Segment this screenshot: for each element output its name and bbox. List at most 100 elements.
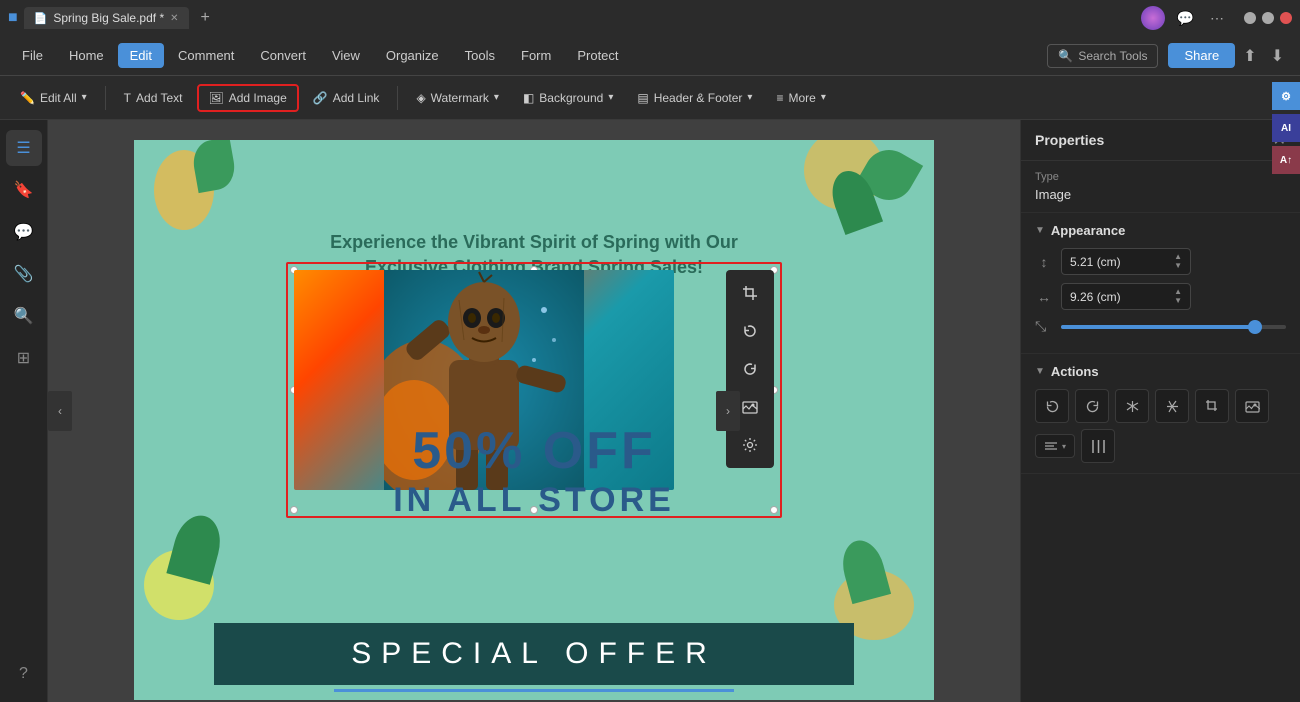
actions-section: ▼ Actions (1021, 354, 1300, 474)
sidebar-item-comments[interactable]: 💬 (6, 214, 42, 250)
height-up-button[interactable]: ▲ (1174, 253, 1182, 261)
edit-all-button[interactable]: ✏️ Edit All ▾ (10, 86, 97, 110)
active-tab[interactable]: 📄 Spring Big Sale.pdf * ✕ (24, 7, 189, 29)
sale-text-area: 50% OFF IN ALL STORE (284, 421, 784, 520)
panel-icon-at[interactable]: A↑ (1272, 146, 1300, 174)
scale-slider-track[interactable] (1061, 325, 1286, 329)
menu-comment[interactable]: Comment (166, 43, 246, 68)
menu-form[interactable]: Form (509, 43, 563, 68)
edit-all-icon: ✏️ (20, 91, 35, 105)
sidebar-item-search[interactable]: 🔍 (6, 298, 42, 334)
search-tools-icon: 🔍 (1058, 49, 1073, 63)
height-spinner[interactable]: ▲ ▼ (1174, 253, 1182, 270)
width-input[interactable]: 9.26 (cm) ▲ ▼ (1061, 283, 1191, 310)
menu-view[interactable]: View (320, 43, 372, 68)
header-footer-button[interactable]: ▤ Header & Footer ▾ (627, 86, 762, 110)
menu-convert[interactable]: Convert (248, 43, 318, 68)
leaf-top-left (190, 140, 238, 193)
width-spinner[interactable]: ▲ ▼ (1174, 288, 1182, 305)
sidebar-item-attachments[interactable]: 📎 (6, 256, 42, 292)
edit-all-label: Edit All (40, 91, 77, 105)
upload-button[interactable]: ⬆ (1237, 44, 1262, 68)
sidebar-item-bookmarks[interactable]: 🔖 (6, 172, 42, 208)
height-down-button[interactable]: ▼ (1174, 262, 1182, 270)
left-sidebar: ☰ 🔖 💬 📎 🔍 ⊞ ? (0, 120, 48, 702)
close-window-button[interactable] (1280, 12, 1292, 24)
action-rotate-right-button[interactable] (1075, 389, 1109, 423)
actions-header[interactable]: ▼ Actions (1035, 364, 1286, 379)
height-value: 5.21 (cm) (1070, 255, 1121, 269)
add-tab-button[interactable]: + (195, 9, 216, 27)
page-nav-right[interactable]: › (716, 391, 740, 431)
actions-label: Actions (1051, 364, 1099, 379)
height-input[interactable]: 5.21 (cm) ▲ ▼ (1061, 248, 1191, 275)
add-link-icon: 🔗 (313, 91, 328, 105)
add-image-button[interactable]: 🖼 Add Image (197, 84, 299, 112)
float-rotate-right-button[interactable] (733, 352, 767, 386)
float-crop-button[interactable] (733, 276, 767, 310)
action-replace-button[interactable] (1235, 389, 1269, 423)
share-button[interactable]: Share (1168, 43, 1235, 68)
add-link-button[interactable]: 🔗 Add Link (303, 86, 390, 110)
special-offer-underline (334, 689, 734, 692)
more-options-button[interactable]: ⋯ (1206, 8, 1228, 29)
pdf-page: Experience the Vibrant Spirit of Spring … (134, 140, 934, 700)
width-up-button[interactable]: ▲ (1174, 288, 1182, 296)
menu-protect[interactable]: Protect (565, 43, 630, 68)
tab-close-icon[interactable]: ✕ (170, 13, 178, 24)
edit-all-chevron: ▾ (82, 92, 87, 103)
watermark-chevron: ▾ (494, 92, 499, 103)
action-flip-horizontal-button[interactable] (1115, 389, 1149, 423)
add-link-label: Add Link (333, 91, 380, 105)
action-rotate-left-button[interactable] (1035, 389, 1069, 423)
window-buttons (1244, 12, 1292, 24)
more-label: More (788, 91, 815, 105)
background-label: Background (539, 91, 603, 105)
minimize-button[interactable] (1244, 12, 1256, 24)
title-bar-right: 💬 ⋯ (1141, 6, 1292, 30)
width-value: 9.26 (cm) (1070, 290, 1121, 304)
menu-tools[interactable]: Tools (453, 43, 507, 68)
header-footer-label: Header & Footer (654, 91, 743, 105)
menu-file[interactable]: File (10, 43, 55, 68)
float-rotate-left-button[interactable] (733, 314, 767, 348)
sidebar-item-layers[interactable]: ⊞ (6, 340, 42, 376)
add-text-label: Add Text (136, 91, 182, 105)
search-tools-label: Search Tools (1078, 49, 1147, 63)
distribute-button[interactable] (1081, 429, 1115, 463)
more-icon: ≡ (776, 91, 783, 105)
panel-icon-ai[interactable]: AI (1272, 120, 1300, 142)
align-dropdown-button[interactable]: ▾ (1035, 434, 1075, 458)
scale-row: ⤡ (1035, 318, 1286, 335)
menu-organize[interactable]: Organize (374, 43, 451, 68)
menu-home[interactable]: Home (57, 43, 116, 68)
width-icon: ↔ (1035, 289, 1053, 305)
action-crop-button[interactable] (1195, 389, 1229, 423)
sidebar-item-pages[interactable]: ☰ (6, 130, 42, 166)
page-nav-left[interactable]: ‹ (48, 391, 72, 431)
chat-icon-button[interactable]: 💬 (1173, 8, 1198, 29)
maximize-button[interactable] (1262, 12, 1274, 24)
more-button[interactable]: ≡ More ▾ (766, 86, 835, 110)
expand-button[interactable]: ⬇ (1265, 44, 1290, 68)
background-button[interactable]: ◧ Background ▾ (513, 86, 623, 110)
action-flip-vertical-button[interactable] (1155, 389, 1189, 423)
watermark-button[interactable]: ◈ Watermark ▾ (406, 86, 509, 110)
width-down-button[interactable]: ▼ (1174, 297, 1182, 305)
type-value: Image (1035, 187, 1286, 202)
more-chevron: ▾ (821, 92, 826, 103)
scale-slider-thumb[interactable] (1248, 320, 1262, 334)
appearance-header[interactable]: ▼ Appearance (1035, 223, 1286, 238)
sidebar-item-help[interactable]: ? (6, 656, 42, 692)
search-tools-button[interactable]: 🔍 Search Tools (1047, 44, 1158, 68)
scale-slider-fill (1061, 325, 1252, 329)
panel-side-icons: ⚙ AI A↑ (1272, 120, 1300, 174)
add-text-button[interactable]: T Add Text (114, 86, 193, 110)
toolbar: ✏️ Edit All ▾ T Add Text 🖼 Add Image 🔗 A… (0, 76, 1300, 120)
actions-collapse-icon: ▼ (1035, 366, 1045, 377)
tab-icon: 📄 (34, 12, 48, 25)
canvas-area: Experience the Vibrant Spirit of Spring … (48, 120, 1020, 702)
special-offer-banner: SPECIAL OFFER (214, 623, 854, 685)
type-label: Type (1035, 171, 1286, 183)
menu-edit[interactable]: Edit (118, 43, 164, 68)
